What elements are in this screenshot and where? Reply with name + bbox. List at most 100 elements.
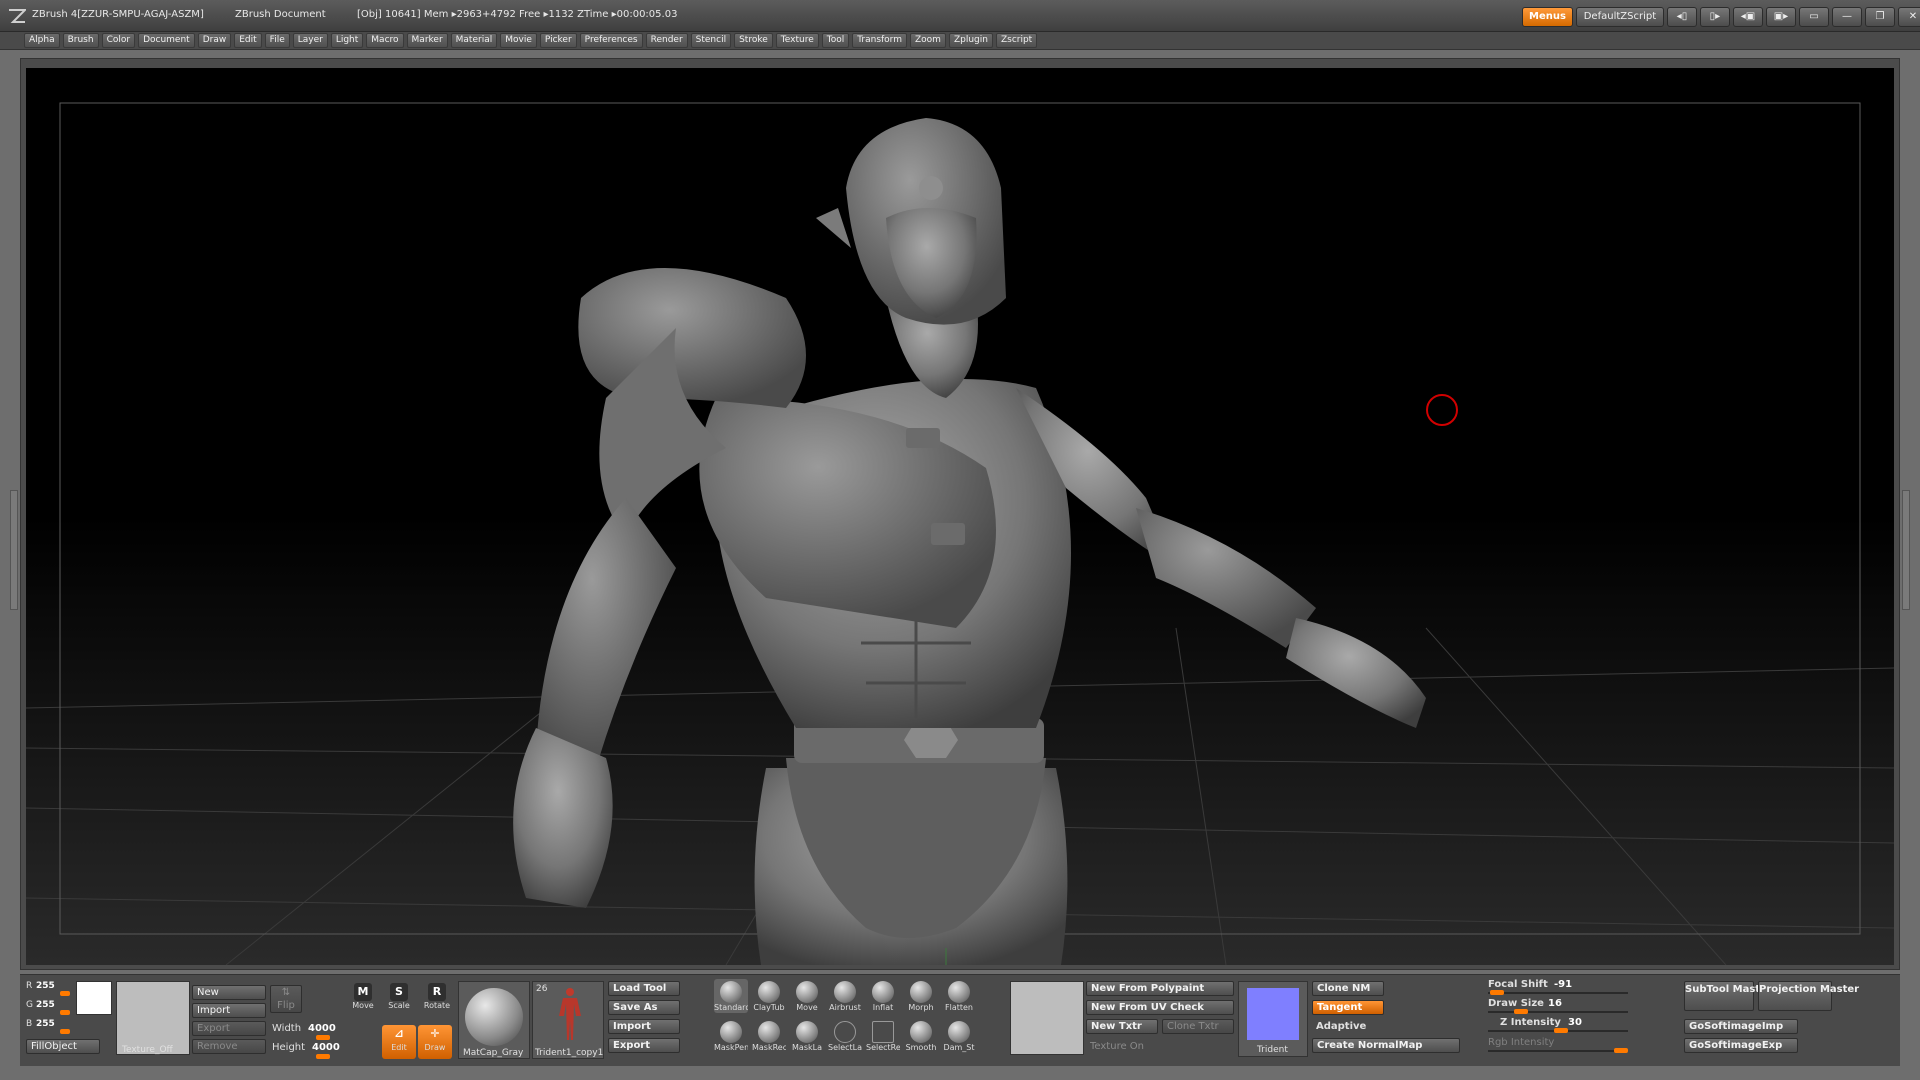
brush-standard[interactable]: Standard (714, 979, 748, 1013)
scale-mode-button[interactable]: S Scale (382, 983, 416, 1017)
draw-mode-button[interactable]: ✛ Draw (418, 1025, 452, 1059)
focal-shift-slider[interactable] (1490, 990, 1504, 995)
menu-document[interactable]: Document (138, 33, 195, 48)
clone-nm-button[interactable]: Clone NM (1312, 981, 1384, 996)
menu-zoom[interactable]: Zoom (910, 33, 946, 48)
color-scheme-next-icon[interactable]: ▣▸ (1765, 7, 1796, 27)
width-slider[interactable] (316, 1035, 330, 1040)
brush-masklasso[interactable]: MaskLa (790, 1019, 824, 1053)
menu-material[interactable]: Material (450, 33, 498, 48)
b-slider[interactable] (60, 1029, 70, 1034)
menu-preferences[interactable]: Preferences (579, 33, 643, 48)
menu-stencil[interactable]: Stencil (690, 33, 732, 48)
width-value[interactable]: 4000 (308, 1023, 336, 1034)
menu-zscript[interactable]: Zscript (995, 33, 1038, 48)
menu-zplugin[interactable]: Zplugin (948, 33, 993, 48)
z-intensity-value[interactable]: 30 (1568, 1017, 1582, 1028)
height-slider[interactable] (316, 1054, 330, 1059)
brush-smooth[interactable]: Smooth (904, 1019, 938, 1053)
menu-movie[interactable]: Movie (500, 33, 537, 48)
menu-layer[interactable]: Layer (292, 33, 328, 48)
texture-new-button[interactable]: New (192, 985, 266, 1000)
draw-size-track[interactable] (1488, 1011, 1628, 1013)
projection-master-button[interactable]: Projection Master (1758, 981, 1859, 1011)
new-from-polypaint-button[interactable]: New From Polypaint (1086, 981, 1234, 996)
brush-selectlasso[interactable]: SelectLa (828, 1019, 862, 1053)
draw-size-value[interactable]: 16 (1548, 998, 1562, 1009)
default-zscript-button[interactable]: DefaultZScript (1575, 7, 1664, 27)
brush-morph[interactable]: Morph (904, 979, 938, 1013)
r-slider[interactable] (60, 991, 70, 996)
lock-icon[interactable]: ▭ (1798, 7, 1829, 27)
color-scheme-prev-icon[interactable]: ◂▣ (1732, 7, 1763, 27)
menu-edit[interactable]: Edit (234, 33, 262, 48)
g-value[interactable]: 255 (36, 1000, 55, 1010)
adaptive-toggle[interactable]: Adaptive (1316, 1021, 1366, 1032)
load-tool-button[interactable]: Load Tool (608, 981, 680, 996)
menu-marker[interactable]: Marker (406, 33, 448, 48)
g-slider[interactable] (60, 1010, 70, 1015)
r-value[interactable]: 255 (36, 981, 55, 991)
tool-thumbnail[interactable]: 26 Trident1_copy1 (532, 981, 604, 1059)
layout-next-icon[interactable]: ▯▸ (1699, 7, 1730, 27)
texture-import-button[interactable]: Import (192, 1003, 266, 1018)
menu-picker[interactable]: Picker (539, 33, 577, 48)
polypaint-texture-thumbnail[interactable] (1010, 981, 1084, 1055)
brush-maskrect[interactable]: MaskRec (752, 1019, 786, 1053)
material-thumbnail[interactable]: MatCap_Gray (458, 981, 530, 1059)
texture-thumbnail[interactable] (116, 981, 190, 1055)
gosoftimage-exp-button[interactable]: GoSoftimageExp (1684, 1038, 1798, 1053)
height-value[interactable]: 4000 (312, 1042, 340, 1053)
minimize-icon[interactable]: — (1831, 7, 1862, 27)
save-as-button[interactable]: Save As (608, 1000, 680, 1015)
subtool-master-button[interactable]: SubTool Master (1684, 981, 1772, 1011)
tool-export-button[interactable]: Export (608, 1038, 680, 1053)
focal-shift-value[interactable]: -91 (1554, 979, 1572, 990)
focal-shift-track[interactable] (1488, 992, 1628, 994)
left-tray-handle[interactable] (10, 490, 18, 610)
texture-on-toggle[interactable]: Texture On (1090, 1041, 1144, 1052)
fill-object-button[interactable]: FillObject (26, 1039, 100, 1054)
menu-tool[interactable]: Tool (821, 33, 850, 48)
menu-transform[interactable]: Transform (852, 33, 907, 48)
viewport-canvas[interactable] (26, 68, 1894, 965)
rgb-intensity-slider[interactable] (1614, 1048, 1628, 1053)
menu-stroke[interactable]: Stroke (734, 33, 773, 48)
texture-export-button[interactable]: Export (192, 1021, 266, 1036)
new-from-uv-check-button[interactable]: New From UV Check (1086, 1000, 1234, 1015)
menu-texture[interactable]: Texture (775, 33, 819, 48)
tangent-toggle[interactable]: Tangent (1312, 1000, 1384, 1015)
brush-dam-standard[interactable]: Dam_St (942, 1019, 976, 1053)
rgb-intensity-track[interactable] (1488, 1050, 1628, 1052)
gosoftimage-imp-button[interactable]: GoSoftimageImp (1684, 1019, 1798, 1034)
rotate-mode-button[interactable]: R Rotate (420, 983, 454, 1017)
brush-flatten[interactable]: Flatten (942, 979, 976, 1013)
menu-render[interactable]: Render (645, 33, 688, 48)
brush-maskpen[interactable]: MaskPen (714, 1019, 748, 1053)
menu-brush[interactable]: Brush (62, 33, 99, 48)
clone-txtr-button[interactable]: Clone Txtr (1162, 1019, 1234, 1034)
create-normalmap-button[interactable]: Create NormalMap (1312, 1038, 1460, 1053)
brush-selectrect[interactable]: SelectRe (866, 1019, 900, 1053)
main-color-swatch[interactable] (76, 981, 112, 1015)
menus-toggle-button[interactable]: Menus (1522, 7, 1573, 27)
z-intensity-slider[interactable] (1554, 1028, 1568, 1033)
menu-draw[interactable]: Draw (197, 33, 232, 48)
move-mode-button[interactable]: M Move (346, 983, 380, 1017)
flip-button[interactable]: ⇅ Flip (270, 985, 302, 1013)
restore-icon[interactable]: ❐ (1864, 7, 1895, 27)
menu-macro[interactable]: Macro (366, 33, 404, 48)
menu-color[interactable]: Color (101, 33, 136, 48)
menu-file[interactable]: File (264, 33, 290, 48)
brush-claytub[interactable]: ClayTub (752, 979, 786, 1013)
brush-airbrush[interactable]: Airbrust (828, 979, 862, 1013)
normalmap-thumbnail[interactable]: Trident (1238, 981, 1308, 1057)
new-txtr-button[interactable]: New Txtr (1086, 1019, 1158, 1034)
brush-inflat[interactable]: Inflat (866, 979, 900, 1013)
layout-prev-icon[interactable]: ◂▯ (1666, 7, 1697, 27)
brush-move[interactable]: Move (790, 979, 824, 1013)
menu-alpha[interactable]: Alpha (24, 33, 60, 48)
b-value[interactable]: 255 (36, 1019, 55, 1029)
draw-size-slider[interactable] (1514, 1009, 1528, 1014)
right-tray-handle[interactable] (1902, 490, 1910, 610)
